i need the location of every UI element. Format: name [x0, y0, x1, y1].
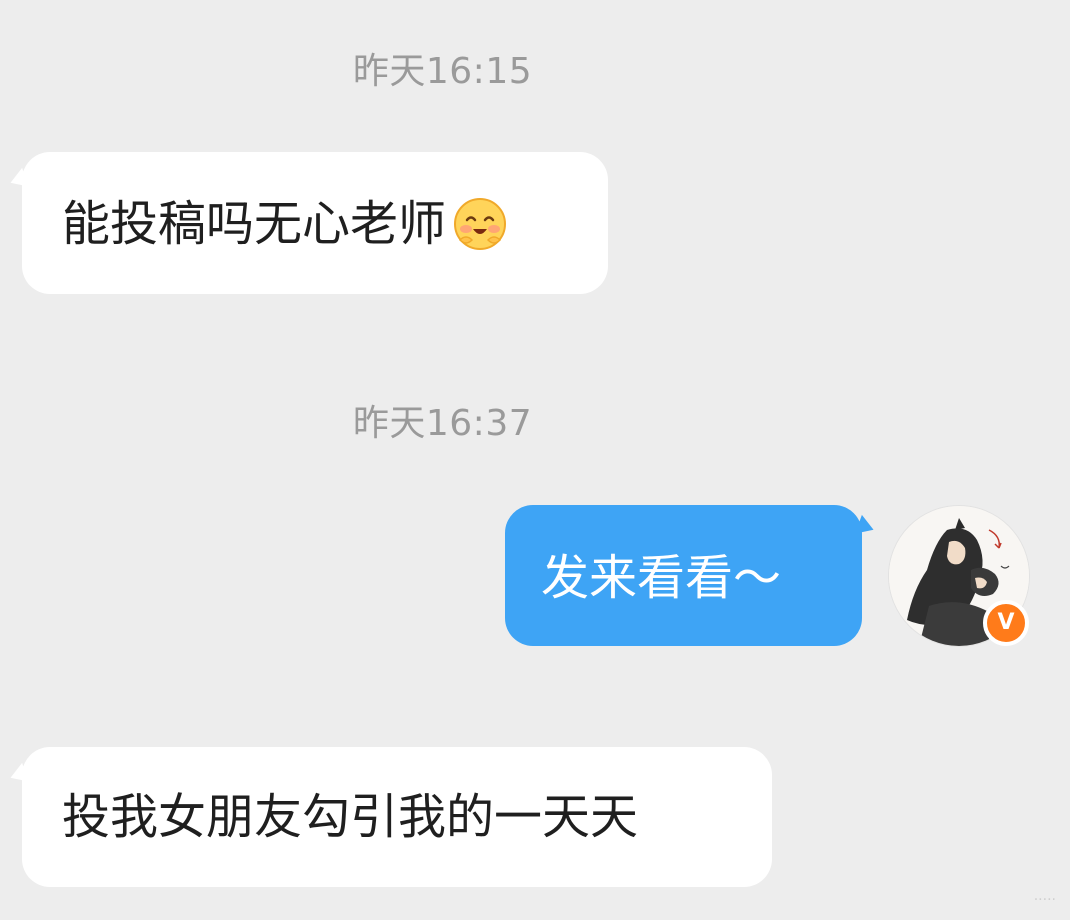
- timestamp: 昨天16:15: [352, 51, 533, 92]
- verified-badge-icon: V: [983, 600, 1029, 646]
- timestamp: 昨天16:37: [352, 403, 533, 444]
- message-text: 发来看看～: [541, 550, 782, 606]
- bubble-tail: [7, 167, 29, 193]
- bubble-tail: [7, 762, 29, 788]
- message-text: 投我女朋友勾引我的一天天: [62, 789, 639, 845]
- watermark: ·····: [1033, 892, 1056, 908]
- message-bubble-incoming[interactable]: 能投稿吗无心老师: [7, 152, 608, 294]
- message-bubble-incoming[interactable]: 投我女朋友勾引我的一天天: [7, 747, 772, 887]
- smiling-blush-emoji-icon: [454, 198, 507, 250]
- message-bubble-outgoing[interactable]: 发来看看～: [505, 505, 877, 646]
- bubble-tail: [855, 514, 877, 540]
- message-text: 能投稿吗无心老师: [62, 196, 447, 252]
- chat-thread: 昨天16:15 能投稿吗无心老师 昨天16:37 发来看看～ V 投我女朋友勾引…: [0, 0, 1070, 920]
